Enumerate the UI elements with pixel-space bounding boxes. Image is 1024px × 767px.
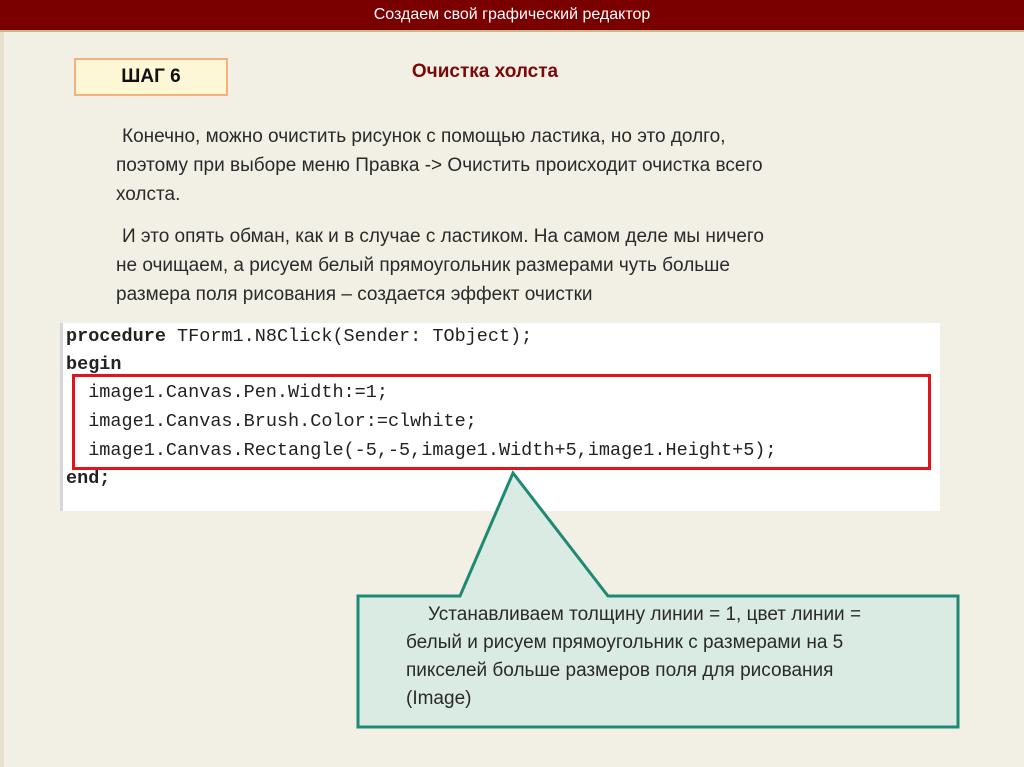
callout-line: пикселей больше размеров поля для рисова… xyxy=(406,660,834,681)
callout-text: Устанавливаем толщину линии = 1, цвет ли… xyxy=(406,601,951,713)
callout-line: белый и рисуем прямоугольник с размерами… xyxy=(406,632,844,653)
callout-line: Устанавливаем толщину линии = 1, цвет ли… xyxy=(428,604,862,625)
callout-line: (Image) xyxy=(406,688,472,709)
